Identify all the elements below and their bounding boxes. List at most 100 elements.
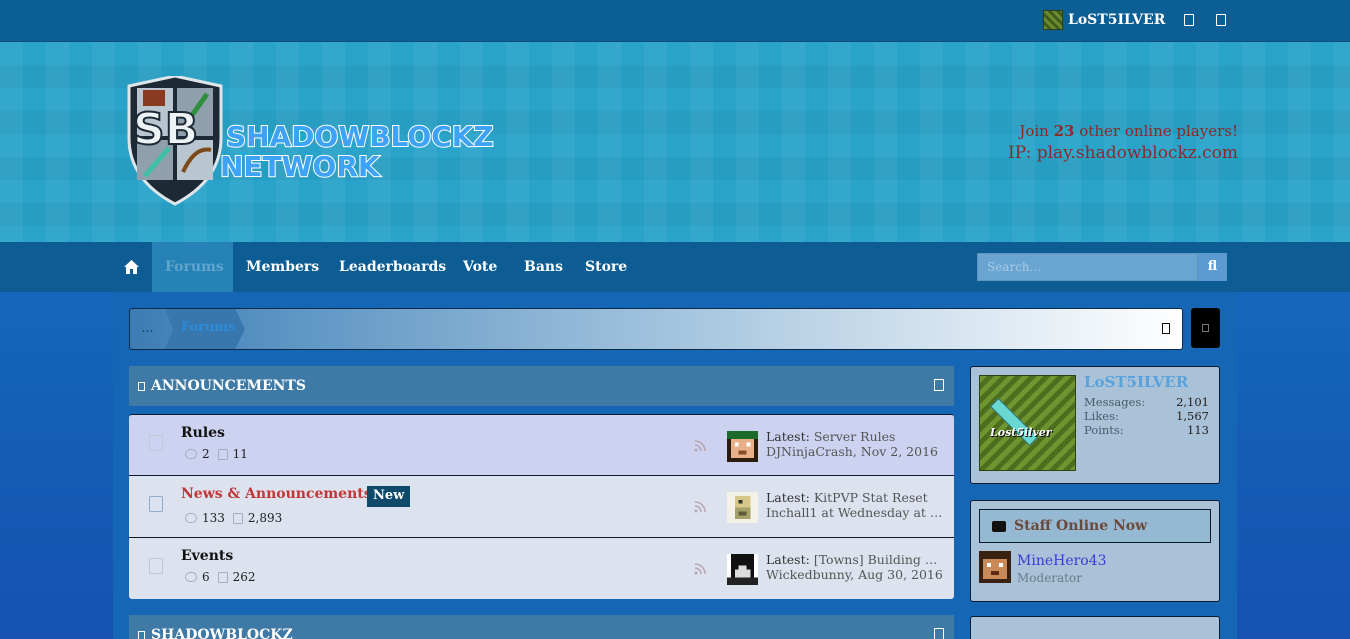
profile-stats: Messages: 2,101 Likes: 1,567 Points: 113 [1084,395,1209,437]
nav-tab-store[interactable]: Store [572,242,640,292]
threads-icon [185,572,197,582]
thread-count: 2 [202,447,210,461]
latest-post: Latest: KitPVP Stat Reset Inchall1 at We… [766,490,946,520]
nav-tab-forums[interactable]: Forums [152,242,233,292]
category-title: SHADOWBLOCKZ [151,627,293,639]
stat-label: Points: [1084,423,1124,437]
jump-icon [1202,324,1209,332]
breadcrumb-forums[interactable]: Forums [165,309,245,349]
breadcrumb-ellipsis[interactable]: ... [130,309,165,349]
breadcrumb-menu-icon[interactable] [1162,323,1170,334]
latest-label: Latest: [766,429,810,444]
inbox-icon[interactable] [1184,14,1194,26]
latest-label: Latest: [766,490,810,505]
staff-member-name[interactable]: MineHero43 [1017,553,1107,569]
user-avatar [1043,10,1063,30]
briefcase-icon [992,521,1006,532]
join-suffix: other online players! [1079,122,1238,140]
latest-user-link[interactable]: Wickedbunny [766,567,850,582]
collapse-icon[interactable] [934,628,944,639]
profile-avatar[interactable]: Lost5ilver [979,375,1076,471]
latest-date: Nov 2, 2016 [860,444,938,459]
forum-title[interactable]: Events [181,548,233,564]
latest-thread-link[interactable]: [Towns] Building Ev... [814,552,946,567]
stat-row-points: Points: 113 [1084,423,1209,437]
latest-label: Latest: [766,552,810,567]
stat-value[interactable]: 1,567 [1176,409,1209,423]
alerts-icon[interactable] [1216,14,1226,26]
message-count: 262 [232,570,256,584]
logo-monogram: SB [133,104,198,155]
rss-icon[interactable] [694,501,706,513]
latest-thread-link[interactable]: KitPVP Stat Reset [814,490,928,505]
messages-icon [232,512,243,524]
members-online-panel [970,616,1220,639]
online-players-line: Join 23 other online players! [1008,120,1238,142]
staff-online-panel: Staff Online Now MineHero43 Moderator [970,500,1220,602]
rss-icon[interactable] [694,440,706,452]
latest-poster-avatar[interactable] [727,431,758,462]
profile-username[interactable]: LoST5ILVER [1084,373,1188,391]
logo-wordmark: SHADOWBLOCKZ NETWORK [219,120,495,183]
latest-user-link[interactable]: Inchall1 [766,505,817,520]
message-count: 2,893 [247,511,283,525]
server-ip[interactable]: IP: play.shadowblockz.com [1008,142,1238,164]
stat-row-messages: Messages: 2,101 [1084,395,1209,409]
staff-online-title: Staff Online Now [1014,518,1148,534]
nav-tab-bans[interactable]: Bans [511,242,576,292]
read-status-icon [149,435,163,451]
join-prefix: Join [1019,122,1049,140]
forum-row-news[interactable]: News & Announcements New 133 2,893 Lates… [129,476,954,538]
read-status-icon [149,558,163,574]
messages-icon [217,448,228,460]
latest-post: Latest: [Towns] Building Ev... Wickedbun… [766,552,946,582]
category-header-announcements[interactable]: ANNOUNCEMENTS [129,366,954,406]
staff-member-role: Moderator [1017,571,1082,585]
nav-tab-leaderboards[interactable]: Leaderboards [326,242,459,292]
category-icon [138,382,145,391]
username-label: LoST5ILVER [1068,12,1166,28]
unread-status-icon [149,496,163,512]
rss-icon[interactable] [694,563,706,575]
forum-title[interactable]: News & Announcements [181,486,372,502]
stat-value[interactable]: 2,101 [1176,395,1209,409]
messages-icon [217,571,228,583]
site-header: SB SHADOWBLOCKZ NETWORK Join 23 other on… [0,42,1350,242]
category-header-shadowblockz[interactable]: SHADOWBLOCKZ [129,615,954,639]
latest-poster-avatar[interactable] [727,492,758,523]
forum-title[interactable]: Rules [181,425,225,441]
collapse-icon[interactable] [934,379,944,391]
server-info: Join 23 other online players! IP: play.s… [1008,120,1238,164]
nav-tab-members[interactable]: Members [233,242,332,292]
search-icon: fl [1207,259,1218,274]
avatar-signature: Lost5ilver [990,426,1052,439]
jump-to-button[interactable] [1191,308,1220,348]
visitor-panel: Lost5ilver LoST5ILVER Messages: 2,101 Lik… [970,366,1220,484]
latest-poster-avatar[interactable] [727,554,758,585]
stat-value[interactable]: 113 [1187,423,1209,437]
breadcrumb: ... Forums [129,308,1183,350]
account-menu[interactable]: LoST5ILVER [1043,10,1165,30]
latest-user-link[interactable]: DJNinjaCrash [766,444,853,459]
home-icon[interactable] [124,260,139,274]
category-title: ANNOUNCEMENTS [151,378,306,394]
top-bar: LoST5ILVER [0,0,1350,42]
forum-row-events[interactable]: Events 6 262 Latest: [Towns] Building Ev… [129,538,954,599]
stat-label: Likes: [1084,409,1119,423]
logo-line-1: SHADOWBLOCKZ [225,120,495,153]
forum-stats: 6 262 [185,570,256,584]
search-button[interactable]: fl [1198,253,1227,281]
forum-row-rules[interactable]: Rules 2 11 Latest: Server Rules DJNinjaC… [129,414,954,476]
thread-count: 133 [202,511,225,525]
threads-icon [185,449,197,459]
staff-avatar[interactable] [979,551,1011,583]
stat-row-likes: Likes: 1,567 [1084,409,1209,423]
nav-tab-vote[interactable]: Vote [450,242,510,292]
stat-label: Messages: [1084,395,1146,409]
new-badge: New [367,486,411,507]
latest-thread-link[interactable]: Server Rules [814,429,896,444]
online-count: 23 [1053,122,1075,140]
search-input[interactable]: Search... [977,253,1198,281]
forum-stats: 2 11 [185,447,248,461]
message-count: 11 [232,447,248,461]
